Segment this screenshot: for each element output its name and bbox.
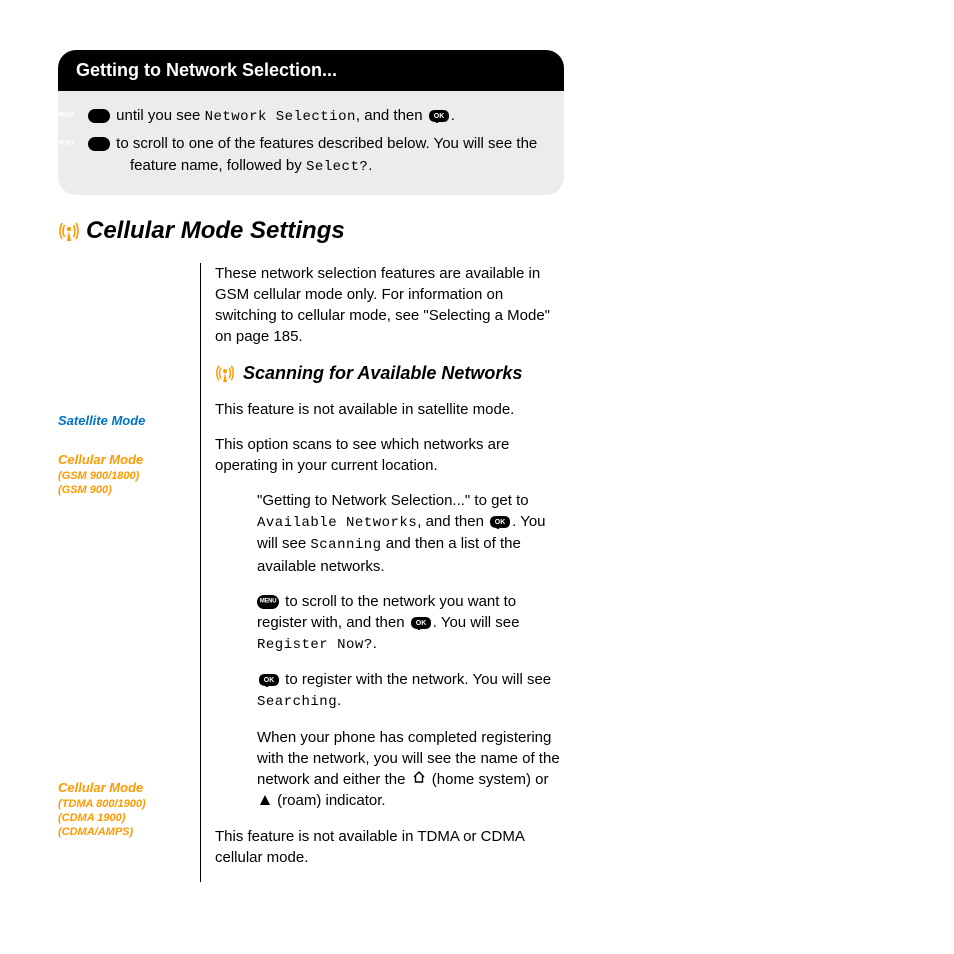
section-title-text: Cellular Mode Settings (86, 217, 345, 245)
ok-icon: OK (258, 673, 280, 687)
ok-icon: OK (489, 515, 511, 529)
intro-paragraph: These network selection features are ava… (215, 263, 564, 347)
menu-icon (257, 595, 279, 609)
cellular-mode-sub2b: (CDMA 1900) (58, 811, 190, 825)
ok-icon: OK (428, 109, 450, 123)
cellular-mode-sub1a: (GSM 900/1800) (58, 469, 190, 483)
cellular-mode-label-2: Cellular Mode (58, 780, 190, 797)
svg-text:OK: OK (434, 113, 445, 120)
step2-text-b: . (368, 157, 372, 174)
home-icon (412, 769, 426, 790)
p4-home: (home system) or (428, 771, 549, 788)
step-p1: "Getting to Network Selection..." to get… (257, 490, 564, 577)
p1-scanning: Scanning (310, 537, 381, 553)
p1-b: , and then (417, 513, 488, 530)
sub-heading-text: Scanning for Available Networks (243, 361, 522, 386)
cellular-mode-sub2a: (TDMA 800/1900) (58, 797, 190, 811)
p2-register: Register Now? (257, 637, 373, 653)
svg-text:OK: OK (264, 677, 275, 684)
section-title: Cellular Mode Settings (58, 217, 564, 245)
svg-text:OK: OK (416, 620, 427, 627)
step-p3: OK to register with the network. You wil… (257, 669, 564, 713)
menu-icon (88, 109, 110, 123)
p2-c: . (373, 635, 377, 652)
p4-roam: (roam) indicator. (273, 792, 386, 809)
header-box: Getting to Network Selection... (58, 50, 564, 91)
step-p4: When your phone has completed registerin… (257, 727, 564, 812)
step2-select: Select? (306, 159, 368, 175)
cellular-mode-sub2c: (CDMA/AMPS) (58, 825, 190, 839)
satellite-note: This feature is not available in satelli… (215, 399, 564, 420)
content-row: Satellite Mode Cellular Mode (GSM 900/18… (58, 263, 564, 882)
step-p2: to scroll to the network you want to reg… (257, 591, 564, 656)
svg-text:OK: OK (495, 519, 506, 526)
tdma-note: This feature is not available in TDMA or… (215, 826, 564, 868)
antenna-icon (215, 363, 237, 385)
header-title: Getting to Network Selection... (76, 60, 337, 80)
p3-a: to register with the network. You will s… (281, 671, 551, 688)
p3-b: . (337, 692, 341, 709)
satellite-mode-label: Satellite Mode (58, 413, 190, 430)
sub-heading: Scanning for Available Networks (215, 361, 564, 386)
p1-a: "Getting to Network Selection..." to get… (257, 492, 529, 509)
menu-icon (88, 137, 110, 151)
ok-icon: OK (410, 616, 432, 630)
instruction-box: until you see Network Selection, and the… (58, 91, 564, 195)
cellular-mode-label-1: Cellular Mode (58, 452, 190, 469)
steps-block: "Getting to Network Selection..." to get… (257, 490, 564, 812)
step1-text-a: until you see (112, 107, 205, 124)
p3-searching: Searching (257, 694, 337, 710)
p2-b: . You will see (433, 614, 520, 631)
antenna-icon (58, 220, 80, 242)
step1-network-selection: Network Selection (205, 109, 356, 125)
sidebar: Satellite Mode Cellular Mode (GSM 900/18… (58, 263, 200, 882)
cellular-mode-sub1b: (GSM 900) (58, 483, 190, 497)
main-column: These network selection features are ava… (200, 263, 564, 882)
cellular-note: This option scans to see which networks … (215, 434, 564, 476)
step1-text-b: , and then (356, 107, 427, 124)
p1-available: Available Networks (257, 515, 417, 531)
roam-icon (259, 791, 271, 812)
